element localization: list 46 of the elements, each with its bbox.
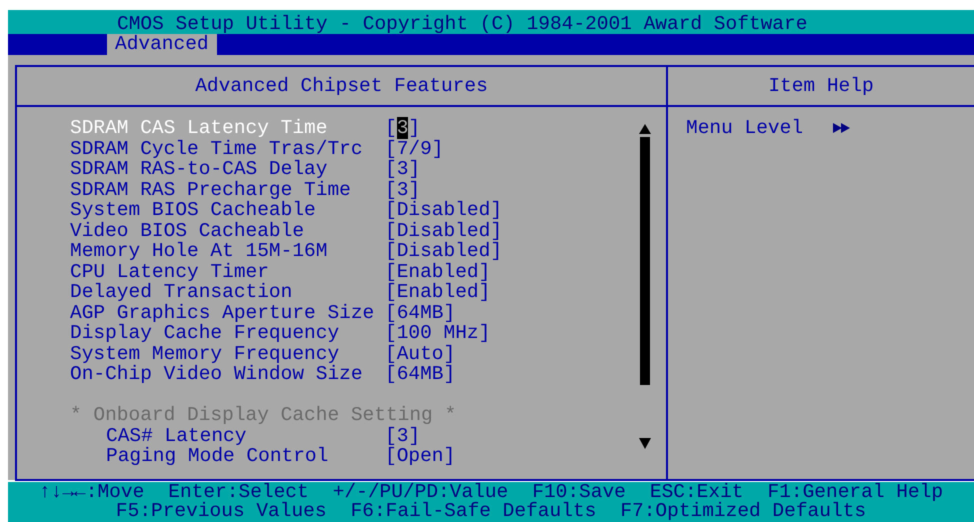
- scrollbar[interactable]: [638, 123, 652, 450]
- window-title: CMOS Setup Utility - Copyright (C) 1984-2001 Award Software: [117, 14, 808, 34]
- key-hint: ESC:Exit: [650, 483, 744, 502]
- section-heading: * Onboard Display Cache Setting *: [70, 405, 458, 426]
- setting-value[interactable]: [Enabled]: [385, 282, 490, 302]
- menu-tab[interactable]: Advanced: [107, 34, 217, 55]
- setting-value[interactable]: [64MB]: [385, 364, 456, 384]
- setting-label[interactable]: System BIOS Cacheable: [70, 200, 385, 220]
- setting-value[interactable]: [3]: [385, 426, 420, 446]
- setting-value[interactable]: [64MB]: [385, 302, 456, 323]
- setting-value[interactable]: [100 MHz]: [385, 323, 490, 344]
- setting-value[interactable]: [3]: [385, 118, 420, 138]
- setting-value[interactable]: [Disabled]: [385, 220, 502, 241]
- key-hint: F10:Save: [532, 483, 626, 502]
- setting-label[interactable]: SDRAM RAS Precharge Time: [70, 180, 385, 200]
- setting-value[interactable]: [Disabled]: [385, 241, 502, 262]
- setting-label[interactable]: SDRAM Cycle Time Tras/Trc: [70, 138, 385, 159]
- setting-label[interactable]: Delayed Transaction: [70, 282, 385, 302]
- key-hint: F5:Previous Values: [116, 502, 327, 521]
- double-arrow-icon: [833, 123, 852, 133]
- menu-level-label: Menu Level: [686, 118, 804, 138]
- setting-label[interactable]: System Memory Frequency: [70, 344, 385, 364]
- setting-label[interactable]: Paging Mode Control: [106, 446, 385, 466]
- setting-label[interactable]: SDRAM RAS-to-CAS Delay: [70, 159, 385, 180]
- setting-label[interactable]: Video BIOS Cacheable: [70, 220, 385, 241]
- key-hint: F1:General Help: [768, 483, 944, 502]
- key-hint: +/-/PU/PD:Value: [332, 483, 508, 502]
- setting-label[interactable]: AGP Graphics Aperture Size: [70, 302, 385, 323]
- setting-value[interactable]: [Disabled]: [385, 200, 502, 220]
- setting-value[interactable]: [Auto]: [385, 344, 456, 364]
- key-hint: F7:Optimized Defaults: [620, 502, 866, 521]
- key-hint: F6:Fail-Safe Defaults: [350, 502, 596, 521]
- key-hint: Enter:Select: [168, 483, 309, 502]
- setting-label[interactable]: Display Cache Frequency: [70, 323, 385, 344]
- setting-value[interactable]: [Open]: [385, 446, 456, 466]
- help-title: Item Help: [768, 76, 874, 96]
- setting-value[interactable]: [Enabled]: [385, 262, 490, 282]
- setting-label[interactable]: Memory Hole At 15M-16M: [70, 241, 385, 262]
- setting-label[interactable]: CPU Latency Timer: [70, 262, 385, 282]
- setting-value[interactable]: [3]: [385, 180, 420, 200]
- setting-value[interactable]: [3]: [385, 159, 420, 180]
- panel-title: Advanced Chipset Features: [195, 76, 488, 96]
- setting-label[interactable]: On-Chip Video Window Size: [70, 364, 385, 384]
- key-hint: ↑↓→←:Move: [38, 483, 144, 502]
- setting-label[interactable]: CAS# Latency: [106, 426, 385, 446]
- setting-value[interactable]: [7/9]: [385, 138, 444, 159]
